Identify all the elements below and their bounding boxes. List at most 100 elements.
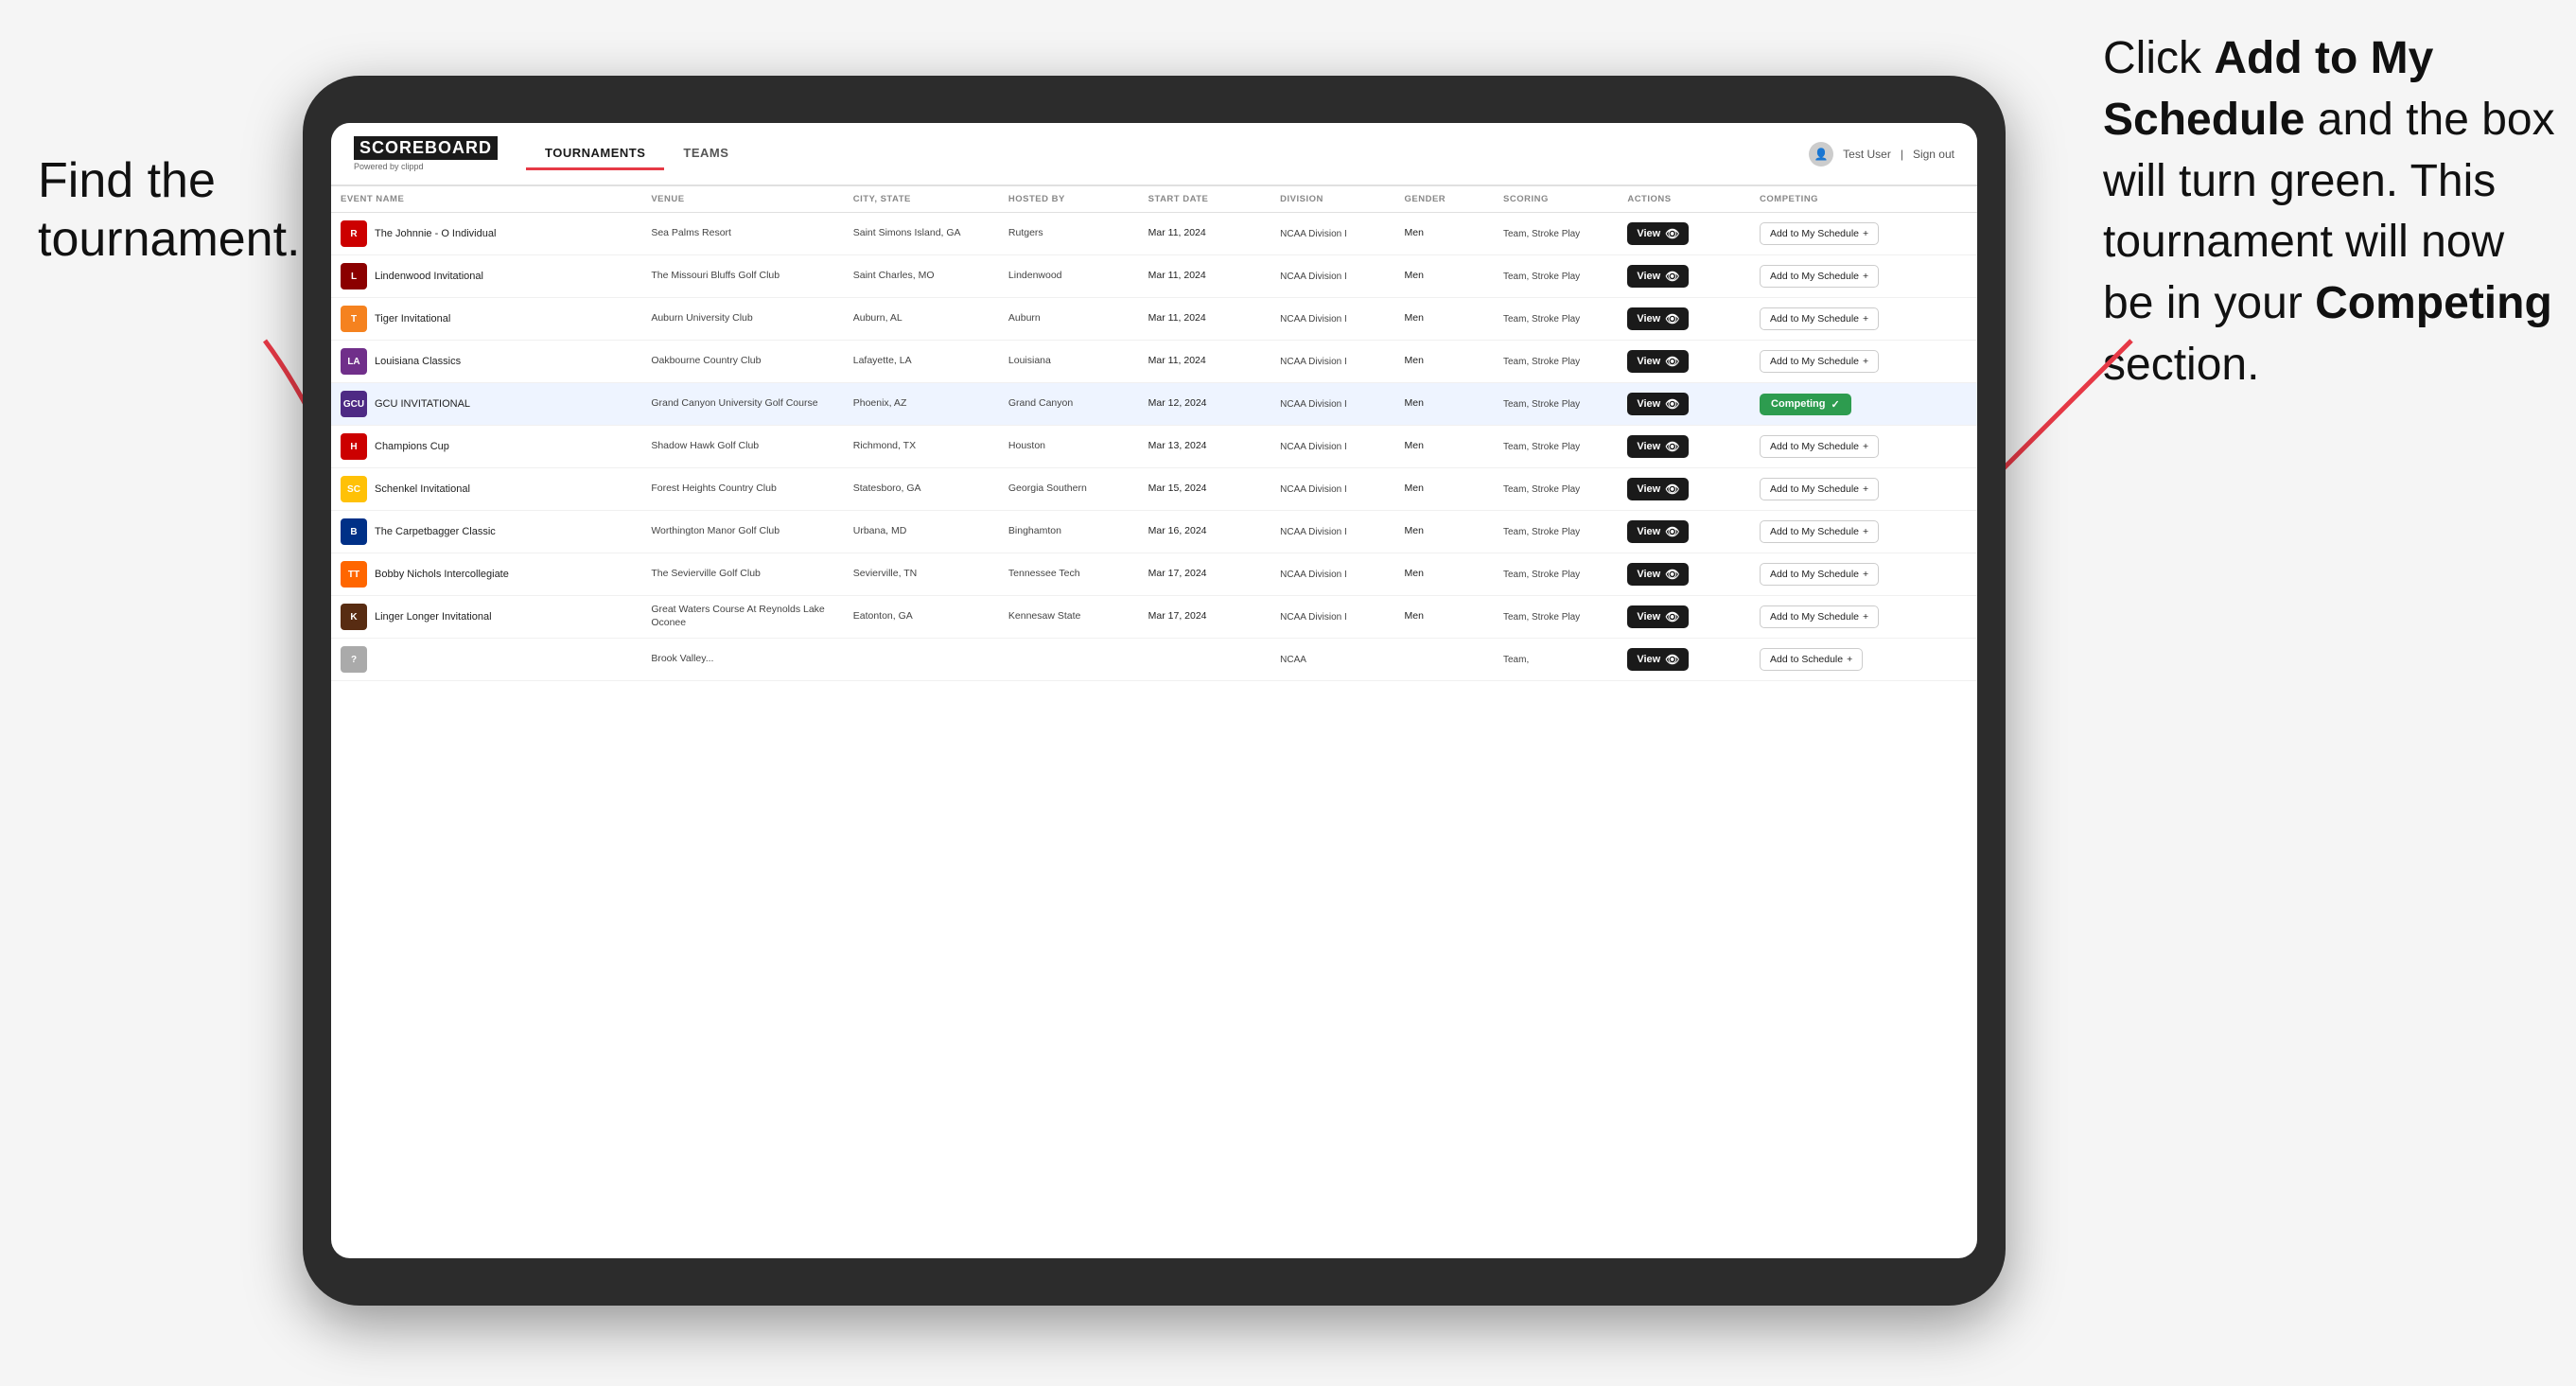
cell-city: Phoenix, AZ: [844, 383, 999, 426]
cell-actions: View 👁: [1618, 596, 1750, 639]
event-name: GCU INVITATIONAL: [375, 397, 470, 411]
cell-actions: View 👁: [1618, 213, 1750, 255]
tab-teams[interactable]: TEAMS: [664, 138, 747, 170]
add-schedule-button[interactable]: Add to My Schedule +: [1760, 222, 1879, 245]
table-container: EVENT NAME VENUE CITY, STATE HOSTED BY S…: [331, 186, 1977, 1258]
nav-tabs: TOURNAMENTS TEAMS: [526, 138, 1809, 170]
cell-scoring: Team, Stroke Play: [1494, 553, 1618, 596]
table-body: R The Johnnie - O Individual Sea Palms R…: [331, 213, 1977, 681]
cell-division: NCAA Division I: [1270, 596, 1394, 639]
cell-competing: Add to My Schedule +: [1750, 341, 1977, 383]
add-schedule-button[interactable]: Add to My Schedule +: [1760, 478, 1879, 500]
eye-icon: 👁: [1665, 312, 1679, 325]
table-row: LA Louisiana Classics Oakbourne Country …: [331, 341, 1977, 383]
view-button[interactable]: View 👁: [1627, 605, 1689, 628]
cell-event: H Champions Cup: [331, 426, 641, 468]
add-schedule-button[interactable]: Add to My Schedule +: [1760, 563, 1879, 586]
team-logo: B: [341, 518, 367, 545]
cell-event: T Tiger Invitational: [331, 298, 641, 341]
sign-out-link[interactable]: Sign out: [1913, 148, 1954, 161]
add-schedule-button[interactable]: Add to My Schedule +: [1760, 265, 1879, 288]
view-button[interactable]: View 👁: [1627, 478, 1689, 500]
cell-competing: Add to My Schedule +: [1750, 596, 1977, 639]
view-button[interactable]: View 👁: [1627, 520, 1689, 543]
cell-city: [844, 639, 999, 681]
cell-division: NCAA Division I: [1270, 213, 1394, 255]
app-header: SCOREBOARD Powered by clippd TOURNAMENTS…: [331, 123, 1977, 186]
view-button[interactable]: View 👁: [1627, 563, 1689, 586]
cell-date: Mar 17, 2024: [1139, 596, 1271, 639]
event-name: Louisiana Classics: [375, 355, 461, 368]
plus-icon: +: [1847, 654, 1852, 665]
cell-venue: Auburn University Club: [641, 298, 843, 341]
add-schedule-button[interactable]: Add to My Schedule +: [1760, 605, 1879, 628]
cell-actions: View 👁: [1618, 255, 1750, 298]
eye-icon: 👁: [1665, 610, 1679, 623]
cell-city: Saint Simons Island, GA: [844, 213, 999, 255]
table-row: K Linger Longer Invitational Great Water…: [331, 596, 1977, 639]
col-header-date: START DATE: [1139, 186, 1271, 213]
cell-division: NCAA Division I: [1270, 426, 1394, 468]
eye-icon: 👁: [1665, 270, 1679, 283]
cell-gender: Men: [1395, 213, 1495, 255]
table-row: L Lindenwood Invitational The Missouri B…: [331, 255, 1977, 298]
logo-text: SCOREBOARD: [354, 136, 498, 160]
eye-icon: 👁: [1665, 397, 1679, 411]
tab-tournaments[interactable]: TOURNAMENTS: [526, 138, 664, 170]
cell-gender: Men: [1395, 341, 1495, 383]
cell-hosted: Rutgers: [999, 213, 1139, 255]
col-header-venue: VENUE: [641, 186, 843, 213]
cell-date: Mar 16, 2024: [1139, 511, 1271, 553]
cell-venue: Oakbourne Country Club: [641, 341, 843, 383]
cell-date: Mar 12, 2024: [1139, 383, 1271, 426]
team-logo: LA: [341, 348, 367, 375]
eye-icon: 👁: [1665, 568, 1679, 581]
table-row: B The Carpetbagger Classic Worthington M…: [331, 511, 1977, 553]
add-schedule-button[interactable]: Add to My Schedule +: [1760, 307, 1879, 330]
add-schedule-button[interactable]: Add to Schedule +: [1760, 648, 1863, 671]
cell-scoring: Team, Stroke Play: [1494, 213, 1618, 255]
add-schedule-button[interactable]: Add to My Schedule +: [1760, 435, 1879, 458]
tablet-screen: SCOREBOARD Powered by clippd TOURNAMENTS…: [331, 123, 1977, 1258]
cell-event: R The Johnnie - O Individual: [331, 213, 641, 255]
team-logo: TT: [341, 561, 367, 588]
cell-scoring: Team, Stroke Play: [1494, 298, 1618, 341]
event-name: Lindenwood Invitational: [375, 270, 483, 283]
cell-venue: Great Waters Course At Reynolds Lake Oco…: [641, 596, 843, 639]
eye-icon: 👁: [1665, 227, 1679, 240]
cell-event: GCU GCU INVITATIONAL: [331, 383, 641, 426]
col-header-event: EVENT NAME: [331, 186, 641, 213]
cell-scoring: Team, Stroke Play: [1494, 383, 1618, 426]
cell-venue: Worthington Manor Golf Club: [641, 511, 843, 553]
cell-hosted: Binghamton: [999, 511, 1139, 553]
view-button[interactable]: View 👁: [1627, 307, 1689, 330]
view-button[interactable]: View 👁: [1627, 222, 1689, 245]
view-button[interactable]: View 👁: [1627, 265, 1689, 288]
cell-hosted: Louisiana: [999, 341, 1139, 383]
cell-date: Mar 11, 2024: [1139, 255, 1271, 298]
view-button[interactable]: View 👁: [1627, 393, 1689, 415]
cell-hosted: Lindenwood: [999, 255, 1139, 298]
cell-division: NCAA Division I: [1270, 298, 1394, 341]
col-header-actions: ACTIONS: [1618, 186, 1750, 213]
plus-icon: +: [1863, 611, 1868, 623]
col-header-gender: GENDER: [1395, 186, 1495, 213]
plus-icon: +: [1863, 271, 1868, 282]
add-schedule-button[interactable]: Add to My Schedule +: [1760, 350, 1879, 373]
cell-date: Mar 17, 2024: [1139, 553, 1271, 596]
team-logo: GCU: [341, 391, 367, 417]
view-button[interactable]: View 👁: [1627, 435, 1689, 458]
cell-gender: Men: [1395, 255, 1495, 298]
competing-button[interactable]: Competing ✓: [1760, 394, 1851, 415]
view-button[interactable]: View 👁: [1627, 648, 1689, 671]
cell-event: TT Bobby Nichols Intercollegiate: [331, 553, 641, 596]
event-name: Tiger Invitational: [375, 312, 450, 325]
eye-icon: 👁: [1665, 355, 1679, 368]
view-button[interactable]: View 👁: [1627, 350, 1689, 373]
event-name: Schenkel Invitational: [375, 482, 470, 496]
cell-hosted: [999, 639, 1139, 681]
cell-venue: Shadow Hawk Golf Club: [641, 426, 843, 468]
cell-city: Eatonton, GA: [844, 596, 999, 639]
add-schedule-button[interactable]: Add to My Schedule +: [1760, 520, 1879, 543]
cell-competing: Add to My Schedule +: [1750, 426, 1977, 468]
